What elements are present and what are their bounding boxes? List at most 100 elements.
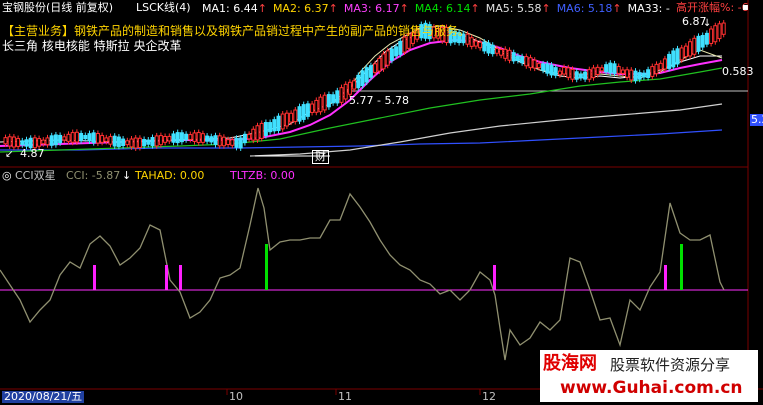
right-scale-label: 0.583: [722, 65, 754, 78]
candle-body: [356, 74, 361, 89]
ma-legend-item: MA1: 6.44↑: [202, 2, 267, 15]
candle-body: [112, 135, 117, 147]
candle-body: [37, 138, 42, 147]
up-arrow-icon: ↑: [399, 2, 409, 15]
candle-body: [79, 132, 84, 142]
candle-body: [116, 136, 121, 147]
cci-name[interactable]: CCI双星: [15, 170, 56, 182]
ma-legend: MA1: 6.44↑ MA2: 6.37↑ MA3: 6.17↑ MA4: 6.14↑…: [202, 2, 676, 15]
candle-body: [70, 132, 75, 143]
candle-body: [234, 137, 239, 148]
candle-body: [595, 66, 600, 75]
candle-body: [301, 104, 306, 120]
candle-body: [230, 139, 235, 146]
up-arrow-icon: ↑: [257, 2, 267, 15]
low-arrow-icon: ↙: [5, 149, 13, 160]
ma-legend-item: MA33: -: [627, 2, 670, 15]
candle-body: [515, 55, 520, 61]
candle-body: [242, 133, 247, 144]
candle-body: [280, 113, 285, 130]
watermark-box: 股海网 股票软件资源分享 www.Guhai.com.cn: [540, 350, 758, 402]
candle-body: [566, 67, 571, 78]
candle-body: [675, 48, 680, 65]
candle-body: [604, 64, 609, 73]
candle-body: [608, 62, 613, 74]
candle-body: [167, 135, 172, 142]
candle-body: [398, 41, 403, 55]
candle-body: [696, 35, 701, 52]
candle-body: [171, 133, 176, 143]
business-tag: 【主营业务】: [2, 24, 75, 38]
candle-body: [251, 128, 256, 141]
candle-body: [121, 138, 126, 147]
candle-body: [394, 46, 399, 57]
candle-body: [221, 136, 226, 147]
candle-body: [226, 139, 231, 145]
chart-canvas: ↓ ↙: [0, 0, 763, 395]
candle-body: [511, 52, 516, 62]
business-line: 【主营业务】钢铁产品的制造和销售以及钢铁产品销过程中产生的副产品的销售与服务。: [2, 24, 470, 38]
ma-magenta-line: [0, 38, 723, 147]
candle-body: [83, 134, 88, 140]
stock-title: 宝钢股份(日线 前复权): [2, 1, 114, 14]
candle-body: [482, 41, 487, 52]
candle-body: [494, 48, 499, 54]
candle-body: [7, 136, 12, 147]
candle-body: [314, 99, 319, 113]
candle-body: [331, 94, 336, 104]
candle-body: [373, 63, 378, 73]
candle-body: [402, 36, 407, 53]
candle-body: [591, 67, 596, 79]
candle-body: [163, 135, 168, 143]
cci-magenta-bar: [165, 265, 168, 290]
header-expand-icon[interactable]: ▪: [742, 2, 749, 14]
candle-body: [297, 106, 302, 122]
cci-magenta-bar: [664, 265, 667, 290]
candle-body: [499, 49, 504, 56]
candle-body: [322, 94, 327, 111]
candle-body: [289, 112, 294, 123]
candle-body: [570, 68, 575, 80]
candle-body: [305, 103, 310, 117]
candle-body: [654, 63, 659, 75]
ma-legend-item: MA3: 6.17↑: [343, 2, 409, 15]
candle-body: [507, 49, 512, 61]
candle-body: [41, 139, 46, 145]
candle-body: [133, 137, 138, 149]
candle-body: [713, 25, 718, 43]
candle-body: [179, 132, 184, 143]
candle-body: [129, 138, 134, 148]
candle-body: [343, 83, 348, 100]
candle-body: [503, 48, 508, 59]
watermark-slogan: 股票软件资源分享: [610, 356, 731, 374]
gap-up-label: 高开涨幅%: -6: [676, 1, 749, 14]
candle-body: [490, 44, 495, 55]
candle-body: [574, 71, 579, 80]
candle-body: [578, 73, 583, 79]
candle-body: [20, 140, 25, 146]
candle-body: [528, 57, 533, 69]
candle-body: [520, 56, 525, 64]
candle-body: [679, 47, 684, 61]
up-arrow-icon: ↑: [328, 2, 338, 15]
candle-body: [335, 90, 340, 104]
candle-body: [473, 40, 478, 47]
candle-body: [188, 134, 193, 140]
candle-body: [381, 53, 386, 70]
range-price-label: 5.77 - 5.78: [349, 94, 409, 107]
cci-green-bar: [680, 244, 683, 290]
indicator-name[interactable]: LSCK线(4): [136, 2, 191, 14]
finance-marker[interactable]: 财: [312, 150, 329, 164]
candle-body: [641, 72, 646, 78]
candle-body: [646, 69, 651, 78]
candle-body: [74, 131, 79, 143]
candle-body: [583, 71, 588, 80]
candle-body: [272, 119, 277, 132]
candle-body: [91, 132, 96, 144]
candle-body: [276, 115, 281, 131]
candle-body: [368, 65, 373, 78]
candle-body: [125, 140, 130, 146]
candle-body: [238, 137, 243, 149]
candle-body: [616, 66, 621, 74]
cci-panel-icon[interactable]: ◎: [2, 170, 12, 182]
